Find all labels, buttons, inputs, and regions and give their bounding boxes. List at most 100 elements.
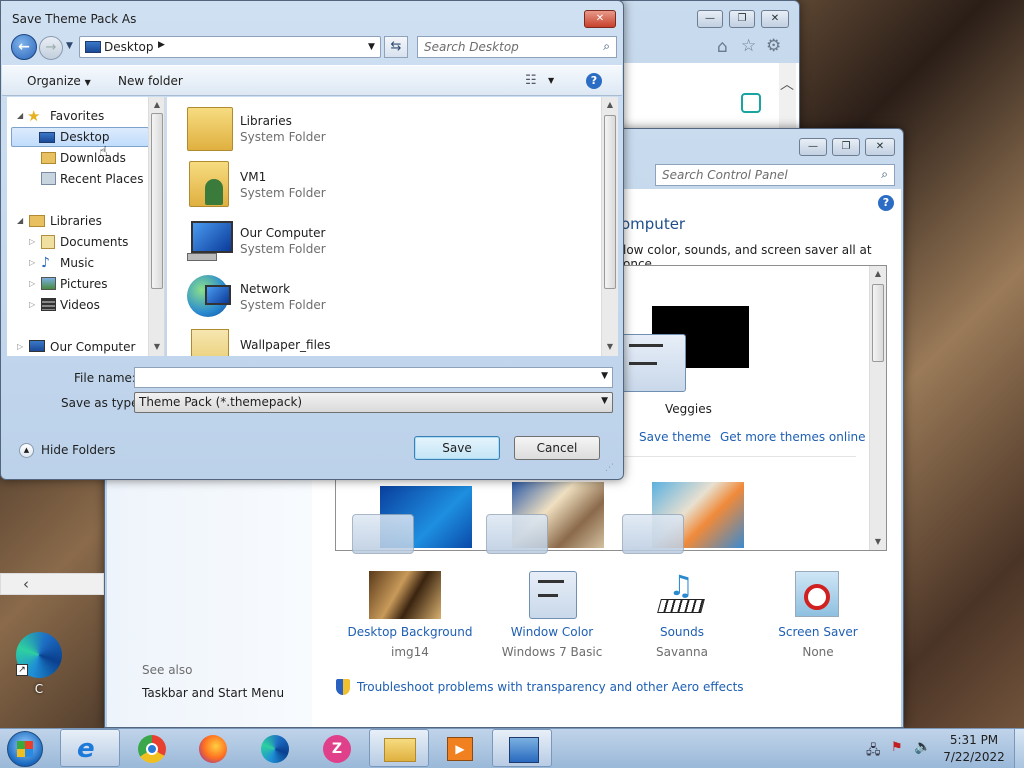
window-color-icon bbox=[529, 571, 577, 619]
expand-arrow-icon[interactable]: ◢ bbox=[17, 106, 23, 126]
scroll-thumb[interactable] bbox=[604, 115, 616, 289]
clock[interactable]: 5:31 PM 7/22/2022 bbox=[938, 733, 1010, 764]
collapse-arrow-icon[interactable]: ▷ bbox=[29, 232, 35, 252]
scroll-thumb[interactable] bbox=[872, 284, 884, 362]
taskbar-firefox[interactable] bbox=[183, 729, 243, 767]
search-icon: ⌕ bbox=[603, 39, 610, 53]
save-theme-link[interactable]: Save theme bbox=[639, 430, 711, 444]
help-icon[interactable]: ? bbox=[878, 195, 894, 211]
file-name: Our Computer bbox=[240, 226, 326, 240]
scroll-down-arrow[interactable]: ▼ bbox=[602, 339, 618, 355]
taskbar-ie[interactable]: e bbox=[60, 729, 120, 767]
file-item[interactable]: Our Computer System Folder bbox=[187, 217, 427, 267]
documents-icon bbox=[41, 235, 55, 249]
collapse-arrow-icon[interactable]: ▷ bbox=[29, 274, 35, 294]
taskbar-start-menu-link[interactable]: Taskbar and Start Menu bbox=[142, 686, 284, 700]
collapse-arrow-icon[interactable]: ▷ bbox=[29, 253, 35, 273]
dropdown-arrow-icon[interactable]: ▼ bbox=[601, 396, 608, 406]
home-icon[interactable]: ⌂ bbox=[717, 37, 728, 57]
taskbar-edge[interactable] bbox=[245, 729, 305, 767]
expand-arrow-icon[interactable]: ◢ bbox=[17, 211, 23, 231]
window-color-label[interactable]: Window Color bbox=[487, 625, 617, 639]
cancel-button[interactable]: Cancel bbox=[514, 436, 600, 460]
file-item[interactable]: Libraries System Folder bbox=[187, 105, 427, 155]
file-type: System Folder bbox=[240, 298, 326, 312]
organize-menu[interactable]: Organize ▼ bbox=[27, 74, 91, 88]
collapse-arrow-icon[interactable]: ▷ bbox=[17, 337, 23, 356]
scroll-thumb[interactable] bbox=[151, 113, 163, 289]
address-dropdown-icon[interactable]: ▼ bbox=[368, 42, 375, 52]
scroll-down-arrow[interactable]: ▼ bbox=[149, 339, 164, 355]
back-arrow-icon[interactable]: ← bbox=[11, 34, 37, 60]
file-list-scrollbar[interactable]: ▲ ▼ bbox=[601, 97, 618, 356]
scroll-up-arrow[interactable]: ▲ bbox=[149, 97, 164, 113]
nav-desktop[interactable]: Desktop bbox=[11, 127, 149, 147]
scroll-up-arrow[interactable]: ▲ bbox=[870, 266, 886, 282]
show-desktop-button[interactable] bbox=[1014, 729, 1024, 768]
close-button[interactable]: ✕ bbox=[761, 10, 789, 28]
breadcrumb-chevron-icon[interactable]: ▶ bbox=[158, 40, 165, 50]
chrome-center-icon bbox=[146, 743, 158, 755]
scroll-down-arrow[interactable]: ▼ bbox=[870, 534, 886, 550]
file-item[interactable]: Wallpaper_files bbox=[187, 329, 427, 356]
desktop-background-item[interactable]: Desktop Background img14 bbox=[345, 571, 472, 671]
folder-icon bbox=[191, 329, 229, 356]
settings-gear-icon[interactable]: ⚙ bbox=[766, 36, 781, 56]
desktop-icon-edge[interactable]: ↗ C bbox=[12, 630, 66, 696]
sounds-item[interactable]: ♫ Sounds Savanna bbox=[627, 571, 737, 671]
favorites-star-icon[interactable]: ☆ bbox=[741, 36, 756, 56]
collapse-arrow-icon[interactable]: ▷ bbox=[29, 295, 35, 315]
help-icon[interactable]: ? bbox=[586, 73, 602, 89]
view-options-icon[interactable]: ☷ bbox=[525, 73, 537, 88]
file-item[interactable]: Network System Folder bbox=[187, 273, 427, 323]
cp-search-input[interactable]: Search Control Panel ⌕ bbox=[655, 164, 895, 186]
screen-saver-item[interactable]: Screen Saver None bbox=[763, 571, 873, 671]
scroll-up-arrow[interactable]: ▲ bbox=[602, 97, 618, 113]
scan-icon[interactable] bbox=[741, 93, 761, 113]
forward-arrow-icon[interactable]: → bbox=[39, 36, 63, 60]
address-bar[interactable]: Desktop ▶ ▼ bbox=[79, 36, 381, 58]
network-tray-icon[interactable]: 🖧 bbox=[866, 741, 881, 763]
desktop-background-label[interactable]: Desktop Background bbox=[345, 625, 475, 639]
troubleshoot-link[interactable]: Troubleshoot problems with transparency … bbox=[357, 680, 744, 694]
screen-saver-label[interactable]: Screen Saver bbox=[763, 625, 873, 639]
dialog-close-button[interactable]: ✕ bbox=[584, 10, 616, 28]
file-item[interactable]: VM1 System Folder bbox=[187, 161, 427, 211]
see-also-heading: See also bbox=[142, 663, 193, 677]
cp-minimize-button[interactable]: — bbox=[799, 138, 827, 156]
clock-date: 7/22/2022 bbox=[943, 750, 1005, 764]
scroll-up-arrow[interactable]: ︿ bbox=[779, 77, 795, 93]
scroll-left-arrow[interactable]: ‹ bbox=[23, 575, 29, 593]
get-more-themes-link[interactable]: Get more themes online bbox=[720, 430, 866, 444]
window-frame-thumb bbox=[486, 514, 548, 554]
resize-grip-icon[interactable]: ⋰ bbox=[605, 463, 614, 473]
mouse-cursor-icon: ☝ bbox=[99, 144, 108, 160]
minimize-button[interactable]: — bbox=[697, 10, 723, 28]
new-folder-button[interactable]: New folder bbox=[118, 74, 183, 88]
volume-icon[interactable]: 🔈 bbox=[914, 739, 931, 755]
recent-pages-dropdown-icon[interactable]: ▼ bbox=[66, 41, 73, 51]
file-type: System Folder bbox=[240, 242, 326, 256]
dropdown-arrow-icon[interactable]: ▼ bbox=[601, 371, 608, 381]
dialog-search-input[interactable]: Search Desktop ⌕ bbox=[417, 36, 617, 58]
cp-close-button[interactable]: ✕ bbox=[865, 138, 895, 156]
cp-maximize-button[interactable]: ❐ bbox=[832, 138, 860, 156]
taskbar-chrome[interactable] bbox=[122, 729, 182, 767]
taskbar-app-z[interactable]: Z bbox=[307, 729, 367, 767]
maximize-button[interactable]: ❐ bbox=[729, 10, 755, 28]
theme-list-scrollbar[interactable]: ▲ ▼ bbox=[869, 266, 886, 550]
nav-scrollbar[interactable]: ▲ ▼ bbox=[148, 97, 164, 356]
window-color-item[interactable]: Window Color Windows 7 Basic bbox=[497, 571, 627, 671]
file-name-input[interactable]: ▼ bbox=[134, 367, 613, 388]
taskbar-explorer[interactable] bbox=[369, 729, 429, 767]
save-as-type-select[interactable]: Theme Pack (*.themepack) ▼ bbox=[134, 392, 613, 413]
sounds-label[interactable]: Sounds bbox=[627, 625, 737, 639]
taskbar-control-panel[interactable] bbox=[492, 729, 552, 767]
back-window-hscroll[interactable]: ‹ bbox=[0, 573, 104, 595]
view-dropdown-icon[interactable]: ▼ bbox=[548, 76, 554, 85]
save-button[interactable]: Save bbox=[414, 436, 500, 460]
nav-our-computer-label: Our Computer bbox=[50, 340, 136, 354]
taskbar-media[interactable]: ▶ bbox=[430, 729, 490, 767]
refresh-button[interactable]: ⇆ bbox=[384, 36, 408, 58]
action-center-flag-icon[interactable]: ⚑ bbox=[891, 740, 903, 755]
